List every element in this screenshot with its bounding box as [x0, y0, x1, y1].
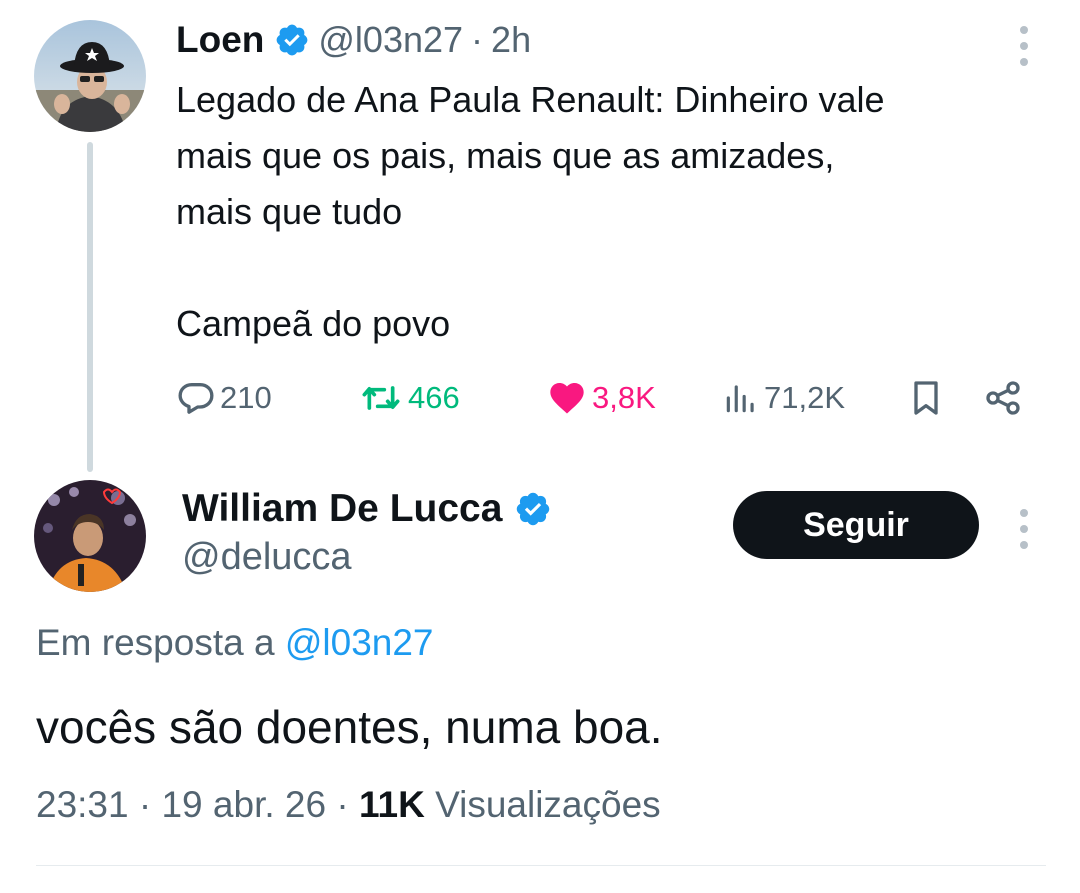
views-count: 71,2K — [764, 380, 846, 415]
views-button[interactable]: 71,2K — [722, 372, 845, 424]
meta-separator: · — [138, 784, 152, 825]
views-label: Visualizações — [435, 784, 661, 825]
parent-tweet-header: Loen @l03n27 · 2h — [176, 16, 531, 64]
parent-tweet-action-bar: 210 466 3,8K 71,2K — [0, 372, 1080, 424]
main-author-name[interactable]: William De Lucca — [182, 487, 502, 531]
heart-icon — [546, 378, 588, 418]
main-tweet-text: vocês são doentes, numa boa. — [36, 701, 663, 753]
verified-badge-icon — [274, 22, 310, 58]
parent-tweet-text: Legado de Ana Paula Renault: Dinheiro va… — [176, 72, 1056, 352]
header-separator: · — [471, 19, 484, 60]
delucca-avatar-image — [34, 480, 146, 592]
verified-badge-icon — [514, 490, 552, 528]
loen-avatar-image — [34, 20, 146, 132]
analytics-icon — [722, 378, 760, 418]
main-tweet-header: William De Lucca — [182, 484, 560, 534]
reply-button[interactable]: 210 — [176, 372, 272, 424]
parent-author-handle[interactable]: @l03n27 — [318, 19, 463, 61]
retweet-button[interactable]: 466 — [358, 372, 460, 424]
meta-separator: · — [336, 784, 349, 825]
comment-icon — [176, 378, 216, 418]
more-options-icon[interactable] — [1018, 26, 1030, 66]
reply-context: Em resposta a @l03n27 — [36, 622, 434, 664]
share-button[interactable] — [982, 372, 1024, 424]
tweet-metadata: 23:31 · 19 abr. 26 · 11K Visualizações — [36, 784, 661, 826]
like-count: 3,8K — [592, 380, 656, 415]
reply-prefix: Em resposta a — [36, 622, 275, 663]
main-author-handle[interactable]: @delucca — [182, 536, 352, 579]
loen-avatar[interactable] — [34, 20, 146, 132]
reply-mention-link[interactable]: @l03n27 — [285, 622, 434, 663]
delucca-avatar[interactable] — [34, 480, 146, 592]
tweet-text-line: Campeã do povo — [176, 303, 451, 344]
tweet-text-line: mais que os pais, mais que as amizades, — [176, 135, 835, 176]
views-count-strong: 11K — [358, 784, 425, 825]
share-icon — [982, 378, 1024, 418]
bookmark-button[interactable] — [906, 372, 946, 424]
reply-count: 210 — [220, 380, 272, 415]
like-button[interactable]: 3,8K — [546, 372, 656, 424]
retweet-icon — [358, 378, 404, 418]
follow-button[interactable]: Seguir — [733, 491, 979, 559]
divider — [36, 865, 1046, 866]
tweet-date[interactable]: 19 abr. 26 — [161, 784, 326, 825]
parent-tweet-time[interactable]: 2h — [491, 19, 531, 61]
retweet-count: 466 — [408, 380, 460, 415]
more-options-icon[interactable] — [1018, 509, 1030, 549]
bookmark-icon — [906, 378, 946, 418]
tweet-text-line: mais que tudo — [176, 191, 403, 232]
tweet-text-line: Legado de Ana Paula Renault: Dinheiro va… — [176, 79, 885, 120]
parent-author-name[interactable]: Loen — [176, 19, 264, 61]
tweet-time[interactable]: 23:31 — [36, 784, 129, 825]
